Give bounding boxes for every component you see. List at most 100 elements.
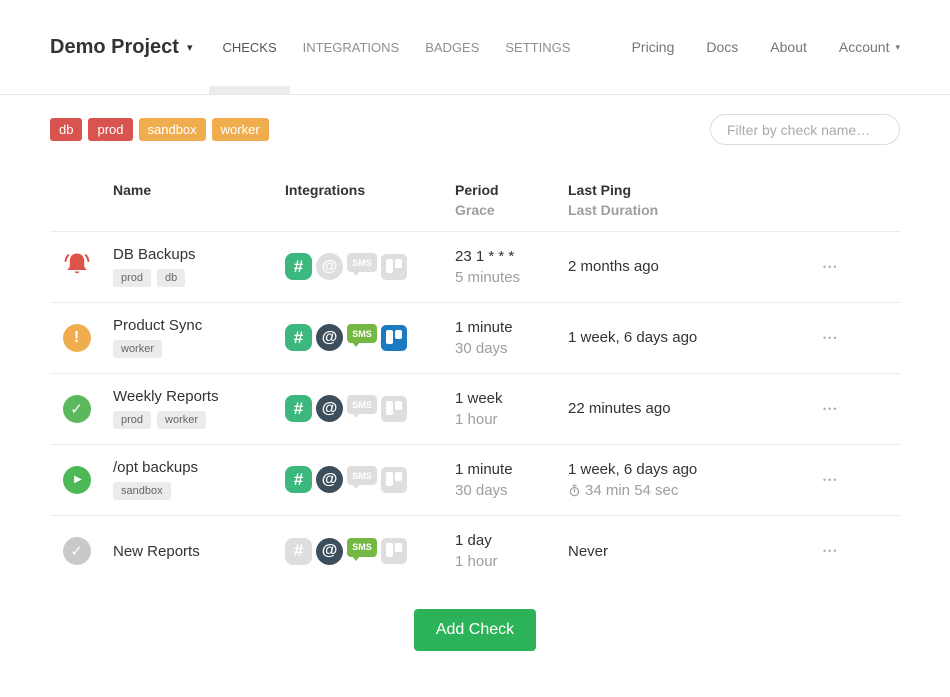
sms-icon: SMS	[347, 253, 377, 272]
bell-icon	[61, 248, 93, 280]
table-body: DB Backups proddb #@SMS 23 1 * * * 5 min…	[50, 232, 900, 587]
sms-icon: SMS	[347, 466, 377, 485]
check-tags: worker	[113, 340, 285, 358]
check-tag: worker	[113, 340, 162, 358]
status-icon	[61, 248, 93, 285]
column-header-last-duration: Last Duration	[568, 200, 823, 220]
table-header: Name Integrations Period Grace Last Ping…	[50, 180, 900, 232]
last-ping-cell: Never	[568, 541, 823, 562]
last-ping-cell: 1 week, 6 days ago	[568, 327, 823, 348]
status-icon: ✓	[63, 395, 91, 423]
last-ping-cell: 2 months ago	[568, 256, 823, 277]
last-ping: Never	[568, 541, 823, 562]
slack-icon: #	[285, 253, 312, 280]
tab-integrations[interactable]: INTEGRATIONS	[290, 0, 413, 94]
navbar: Demo Project ▾ CHECKS INTEGRATIONS BADGE…	[0, 0, 950, 95]
check-name[interactable]: Product Sync	[113, 317, 285, 334]
check-name[interactable]: New Reports	[113, 543, 285, 560]
row-menu-button[interactable]: •••	[823, 475, 838, 485]
row-menu-button[interactable]: •••	[823, 262, 838, 272]
email-icon: @	[316, 466, 343, 493]
period-cell: 1 minute 30 days	[455, 317, 568, 359]
tag-filter-prod[interactable]: prod	[88, 118, 132, 141]
integration-icons: #@SMS	[285, 324, 455, 351]
column-header-integrations: Integrations	[285, 180, 455, 221]
check-row[interactable]: DB Backups proddb #@SMS 23 1 * * * 5 min…	[50, 232, 900, 303]
email-icon: @	[316, 253, 343, 280]
column-header-period: Period Grace	[455, 180, 568, 221]
check-period: 23 1 * * *	[455, 246, 568, 267]
tag-filter-sandbox[interactable]: sandbox	[139, 118, 206, 141]
row-menu-button[interactable]: •••	[823, 333, 838, 343]
email-icon: @	[316, 324, 343, 351]
check-name-filter-input[interactable]	[710, 114, 900, 145]
tab-badges[interactable]: BADGES	[412, 0, 492, 94]
check-grace: 1 hour	[455, 409, 568, 430]
checks-table: Name Integrations Period Grace Last Ping…	[50, 180, 900, 587]
trello-icon	[381, 325, 407, 351]
nav-link-about[interactable]: About	[770, 39, 807, 55]
check-tag: prod	[113, 269, 151, 287]
email-icon: @	[316, 395, 343, 422]
check-name[interactable]: /opt backups	[113, 459, 285, 476]
check-grace: 30 days	[455, 338, 568, 359]
integration-icons: #@SMS	[285, 253, 455, 280]
last-ping: 22 minutes ago	[568, 398, 823, 419]
account-label: Account	[839, 39, 890, 55]
check-name[interactable]: DB Backups	[113, 246, 285, 263]
check-tags: sandbox	[113, 482, 285, 500]
check-period: 1 week	[455, 388, 568, 409]
period-cell: 23 1 * * * 5 minutes	[455, 246, 568, 288]
check-tag: worker	[157, 411, 206, 429]
column-header-last-ping: Last Ping Last Duration	[568, 180, 823, 221]
tag-filter-worker[interactable]: worker	[212, 118, 269, 141]
check-tags: prod worker	[113, 411, 285, 429]
last-ping: 1 week, 6 days ago	[568, 327, 823, 348]
slack-icon: #	[285, 395, 312, 422]
caret-down-icon: ▾	[187, 41, 193, 54]
nav-links: Pricing Docs About Account ▾	[632, 0, 900, 94]
check-tag: db	[157, 269, 185, 287]
check-period: 1 day	[455, 530, 568, 551]
trello-icon	[381, 254, 407, 280]
period-cell: 1 week 1 hour	[455, 388, 568, 430]
email-icon: @	[316, 538, 343, 565]
trello-icon	[381, 538, 407, 564]
last-ping-cell: 1 week, 6 days ago 34 min 54 sec	[568, 459, 823, 501]
main-tabs: CHECKS INTEGRATIONS BADGES SETTINGS	[209, 0, 583, 94]
check-grace: 5 minutes	[455, 267, 568, 288]
nav-link-docs[interactable]: Docs	[706, 39, 738, 55]
sms-icon: SMS	[347, 538, 377, 557]
tab-settings[interactable]: SETTINGS	[492, 0, 583, 94]
column-header-grace: Grace	[455, 200, 568, 220]
row-menu-button[interactable]: •••	[823, 546, 838, 556]
check-row[interactable]: ✓ Weekly Reports prod worker #@SMS 1 week…	[50, 374, 900, 445]
row-menu-button[interactable]: •••	[823, 404, 838, 414]
check-row[interactable]: ✓ New Reports #@SMS 1 day 1 hour Never •…	[50, 516, 900, 587]
caret-down-icon: ▾	[895, 42, 900, 53]
period-cell: 1 day 1 hour	[455, 530, 568, 572]
check-row[interactable]: ! Product Sync worker #@SMS 1 minute 30 …	[50, 303, 900, 374]
stopwatch-icon	[568, 484, 581, 497]
project-switcher[interactable]: Demo Project ▾	[50, 0, 192, 94]
tab-checks[interactable]: CHECKS	[209, 0, 289, 94]
tag-filter-db[interactable]: db	[50, 118, 82, 141]
last-ping-cell: 22 minutes ago	[568, 398, 823, 419]
trello-icon	[381, 396, 407, 422]
column-header-name: Name	[113, 180, 285, 221]
nav-link-pricing[interactable]: Pricing	[632, 39, 675, 55]
check-grace: 30 days	[455, 480, 568, 501]
sms-icon: SMS	[347, 395, 377, 414]
slack-icon: #	[285, 466, 312, 493]
check-period: 1 minute	[455, 459, 568, 480]
check-row[interactable]: ▶ /opt backups sandbox #@SMS 1 minute 30…	[50, 445, 900, 516]
trello-icon	[381, 467, 407, 493]
check-tag: sandbox	[113, 482, 171, 500]
check-name[interactable]: Weekly Reports	[113, 388, 285, 405]
last-ping: 1 week, 6 days ago	[568, 459, 823, 480]
account-menu[interactable]: Account ▾	[839, 39, 900, 55]
add-check-button[interactable]: Add Check	[414, 609, 536, 651]
status-icon: ▶	[63, 466, 91, 494]
check-tag: prod	[113, 411, 151, 429]
integration-icons: #@SMS	[285, 395, 455, 422]
